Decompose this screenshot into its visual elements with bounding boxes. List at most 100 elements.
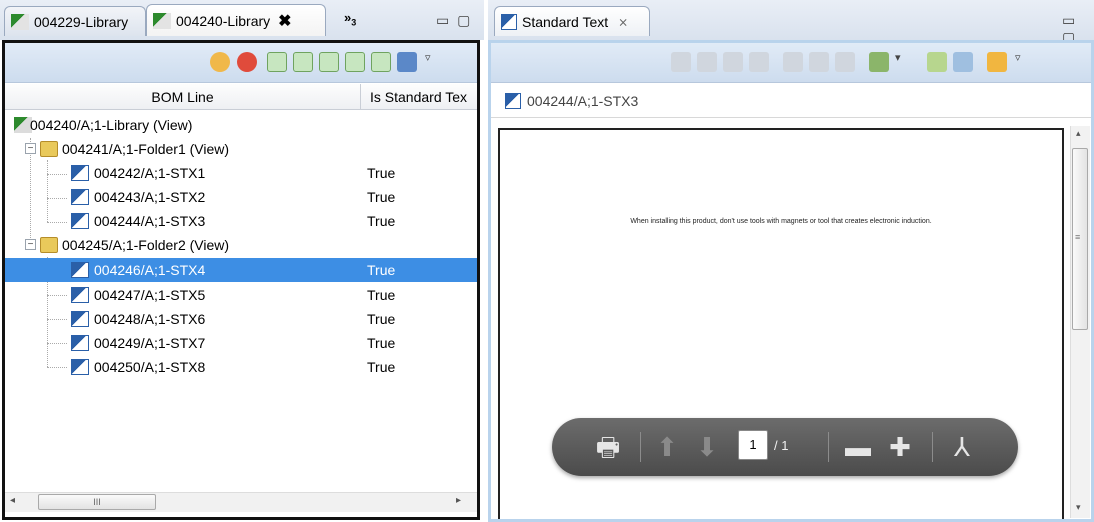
standard-text-icon <box>71 189 89 205</box>
row-value: True <box>367 359 396 375</box>
row-label: 004250/A;1-STX8 <box>94 359 206 375</box>
tree-row-stx2[interactable]: 004243/A;1-STX2 True <box>5 185 477 209</box>
row-label: 004244/A;1-STX3 <box>94 213 206 229</box>
collapse-icon[interactable]: − <box>25 239 36 250</box>
scroll-up-arrow-icon[interactable]: ▴ <box>1076 128 1081 139</box>
library-icon <box>11 13 29 30</box>
right-toolbar: ▾ ▿ <box>491 43 1091 83</box>
standard-text-icon <box>71 165 89 181</box>
scroll-grip-icon: ≡ <box>1075 232 1081 242</box>
checkmark-icon[interactable] <box>927 52 947 72</box>
standard-text-icon <box>71 213 89 229</box>
tree-row-stx8[interactable]: 004250/A;1-STX8 True <box>5 355 477 379</box>
dropdown-icon[interactable]: ▾ <box>895 51 907 71</box>
print-icon[interactable]: 🖶 <box>590 418 626 476</box>
folder-icon <box>40 141 58 157</box>
tab-overflow-button[interactable]: »3 <box>344 10 356 28</box>
tree-row-stx3[interactable]: 004244/A;1-STX3 True <box>5 209 477 233</box>
tab-004240-library[interactable]: 004240-Library ✖ <box>146 4 326 36</box>
find-icon[interactable] <box>210 52 230 72</box>
close-icon[interactable]: ✖ <box>278 11 291 31</box>
library-icon <box>153 12 171 29</box>
left-toolbar: ▿ <box>5 43 477 83</box>
filter-blue-icon[interactable] <box>345 52 365 72</box>
checkin-icon[interactable] <box>869 52 889 72</box>
disabled-tool-icon[interactable] <box>723 52 743 72</box>
standard-text-icon <box>71 287 89 303</box>
column-is-standard-text[interactable]: Is Standard Tex <box>362 84 477 110</box>
standard-text-icon <box>505 92 521 109</box>
close-icon[interactable]: ⨯ <box>618 15 628 29</box>
column-bom-line[interactable]: BOM Line <box>5 84 361 110</box>
standard-text-icon <box>71 359 89 375</box>
tree-icon[interactable] <box>397 52 417 72</box>
tree-row-stx1[interactable]: 004242/A;1-STX1 True <box>5 161 477 185</box>
filter-green-icon[interactable] <box>293 52 313 72</box>
tab-004229-library[interactable]: 004229-Library <box>4 6 146 36</box>
row-value: True <box>367 262 396 278</box>
zoom-in-icon[interactable]: ✚ <box>882 418 918 476</box>
document-text: When installing this product, don't use … <box>630 218 932 225</box>
filter-yellow-icon[interactable] <box>319 52 339 72</box>
separator <box>932 432 933 462</box>
row-label: 004243/A;1-STX2 <box>94 189 206 205</box>
tree-row-root[interactable]: 004240/A;1-Library (View) <box>5 113 477 137</box>
scroll-left-arrow-icon[interactable]: ◂ <box>10 495 15 506</box>
filter-orange-icon[interactable] <box>371 52 391 72</box>
tree-row-stx6[interactable]: 004248/A;1-STX6 True <box>5 307 477 331</box>
separator <box>640 432 641 462</box>
scroll-right-arrow-icon[interactable]: ▸ <box>456 495 461 506</box>
row-value: True <box>367 311 396 327</box>
folder-icon <box>40 237 58 253</box>
tab-label: 004229-Library <box>34 13 129 30</box>
tab-standard-text[interactable]: Standard Text ⨯ <box>494 6 650 36</box>
row-value: True <box>367 213 396 229</box>
standard-text-icon <box>501 13 517 30</box>
tree-row-stx7[interactable]: 004249/A;1-STX7 True <box>5 331 477 355</box>
disabled-tool-icon[interactable] <box>835 52 855 72</box>
disabled-tool-icon[interactable] <box>671 52 691 72</box>
view-menu-icon[interactable]: ▿ <box>1015 51 1027 71</box>
tab-label: 004240-Library <box>176 12 271 29</box>
standard-text-icon <box>71 311 89 327</box>
row-label: 004242/A;1-STX1 <box>94 165 206 181</box>
row-label: 004245/A;1-Folder2 (View) <box>62 237 230 253</box>
acrobat-icon[interactable]: ⅄ <box>944 418 980 476</box>
page-number-input[interactable]: 1 <box>738 430 768 460</box>
document-title-bar: 004244/A;1-STX3 <box>491 84 1091 118</box>
tree-row-stx5[interactable]: 004247/A;1-STX5 True <box>5 283 477 307</box>
row-label: 004249/A;1-STX7 <box>94 335 206 351</box>
tree-row-folder2[interactable]: − 004245/A;1-Folder2 (View) <box>5 233 477 257</box>
disabled-tool-icon[interactable] <box>749 52 769 72</box>
overflow-count: 3 <box>351 17 357 28</box>
separator <box>828 432 829 462</box>
tab-label: Standard Text <box>522 13 609 30</box>
scroll-down-arrow-icon[interactable]: ▾ <box>1076 502 1081 513</box>
document-title: 004244/A;1-STX3 <box>527 92 639 109</box>
row-value: True <box>367 189 396 205</box>
next-page-icon[interactable]: ⬇ <box>692 418 722 476</box>
window-icon[interactable] <box>953 52 973 72</box>
marker-icon[interactable] <box>237 52 257 72</box>
tree-row-stx4-selected[interactable]: 004246/A;1-STX4 True <box>5 258 477 282</box>
row-label: 004248/A;1-STX6 <box>94 311 206 327</box>
row-label: 004240/A;1-Library (View) <box>30 117 193 133</box>
row-label: 004247/A;1-STX5 <box>94 287 206 303</box>
disabled-tool-icon[interactable] <box>783 52 803 72</box>
disabled-tool-icon[interactable] <box>809 52 829 72</box>
minimize-maximize-buttons[interactable]: ▭ ▢ <box>436 12 472 29</box>
tree-row-folder1[interactable]: − 004241/A;1-Folder1 (View) <box>5 137 477 161</box>
filter-red-icon[interactable] <box>267 52 287 72</box>
zoom-out-icon[interactable]: ▬ <box>840 418 876 476</box>
page-count: / 1 <box>774 438 789 453</box>
edit-pencil-icon[interactable] <box>987 52 1007 72</box>
horizontal-scroll-thumb[interactable]: III <box>38 494 156 510</box>
collapse-icon[interactable]: − <box>25 143 36 154</box>
previous-page-icon[interactable]: ⬆ <box>652 418 682 476</box>
row-label: 004241/A;1-Folder1 (View) <box>62 141 230 157</box>
view-menu-icon[interactable]: ▿ <box>425 51 437 71</box>
standard-text-icon <box>71 335 89 351</box>
standard-text-icon <box>71 262 89 278</box>
row-value: True <box>367 287 396 303</box>
disabled-tool-icon[interactable] <box>697 52 717 72</box>
